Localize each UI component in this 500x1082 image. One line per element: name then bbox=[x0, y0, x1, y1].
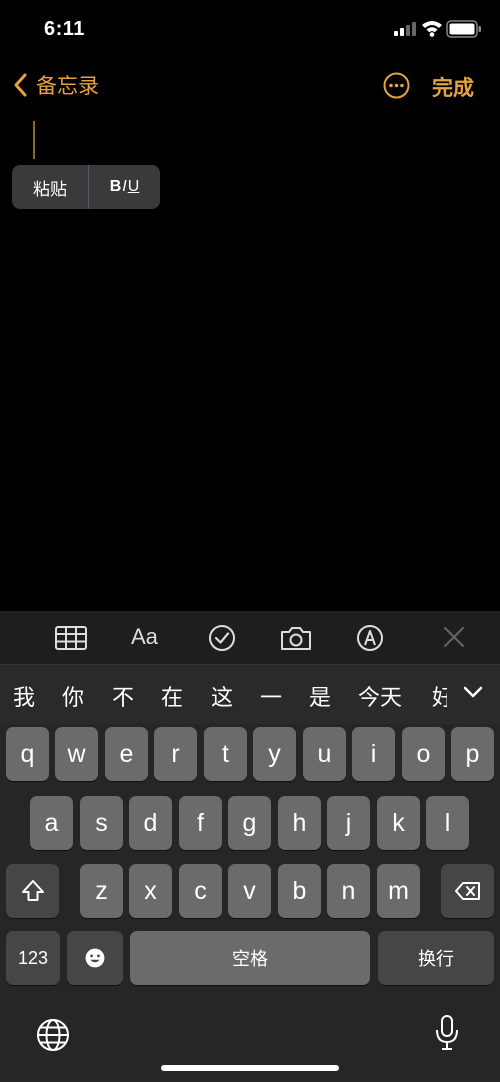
key-b[interactable]: b bbox=[278, 864, 321, 918]
space-key[interactable]: 空格 bbox=[130, 931, 370, 985]
candidate-word[interactable]: 好 bbox=[432, 680, 447, 712]
underline-label: U bbox=[127, 178, 140, 195]
key-a[interactable]: a bbox=[30, 796, 73, 850]
key-p[interactable]: p bbox=[451, 727, 494, 781]
key-d[interactable]: d bbox=[129, 796, 172, 850]
markup-pen-icon[interactable] bbox=[353, 623, 387, 653]
bold-italic-underline-menu-item[interactable]: B I U bbox=[89, 165, 160, 209]
key-i[interactable]: i bbox=[352, 727, 395, 781]
key-r[interactable]: r bbox=[154, 727, 197, 781]
italic-label: I bbox=[122, 178, 127, 195]
edit-context-menu: 粘贴 B I U bbox=[12, 165, 160, 209]
key-w[interactable]: w bbox=[55, 727, 98, 781]
key-v[interactable]: v bbox=[228, 864, 271, 918]
key-o[interactable]: o bbox=[402, 727, 445, 781]
key-e[interactable]: e bbox=[105, 727, 148, 781]
close-keyboard-icon[interactable] bbox=[437, 623, 471, 653]
back-button[interactable]: 备忘录 bbox=[12, 70, 99, 100]
return-key[interactable]: 换行 bbox=[378, 931, 494, 985]
candidate-word[interactable]: 在 bbox=[161, 680, 183, 712]
key-n[interactable]: n bbox=[327, 864, 370, 918]
key-j[interactable]: j bbox=[327, 796, 370, 850]
key-g[interactable]: g bbox=[228, 796, 271, 850]
candidate-bar: 我 你 不 在 这 一 是 今天 好 bbox=[0, 664, 500, 724]
notes-toolbar: Aa bbox=[0, 611, 500, 664]
globe-icon[interactable] bbox=[36, 1018, 70, 1052]
battery-icon bbox=[446, 20, 481, 38]
table-icon[interactable] bbox=[54, 623, 88, 653]
candidate-word[interactable]: 不 bbox=[112, 680, 134, 712]
key-z[interactable]: z bbox=[80, 864, 123, 918]
microphone-icon[interactable] bbox=[434, 1014, 460, 1052]
done-button[interactable]: 完成 bbox=[432, 72, 474, 102]
key-k[interactable]: k bbox=[377, 796, 420, 850]
more-options-icon[interactable] bbox=[383, 72, 410, 99]
emoji-icon bbox=[85, 948, 105, 968]
key-c[interactable]: c bbox=[179, 864, 222, 918]
key-q[interactable]: q bbox=[6, 727, 49, 781]
back-button-label: 备忘录 bbox=[36, 75, 99, 98]
candidate-word[interactable]: 这 bbox=[211, 680, 233, 712]
key-u[interactable]: u bbox=[303, 727, 346, 781]
status-time: 6:11 bbox=[44, 18, 85, 40]
text-cursor bbox=[33, 121, 35, 159]
emoji-key[interactable] bbox=[67, 931, 123, 985]
chevron-left-icon bbox=[14, 73, 27, 97]
candidate-word[interactable]: 是 bbox=[309, 680, 331, 712]
candidate-word[interactable]: 我 bbox=[13, 680, 35, 712]
navigation-bar: 备忘录 完成 bbox=[0, 60, 500, 110]
key-f[interactable]: f bbox=[179, 796, 222, 850]
home-indicator[interactable] bbox=[161, 1065, 339, 1071]
key-l[interactable]: l bbox=[426, 796, 469, 850]
key-t[interactable]: t bbox=[204, 727, 247, 781]
wifi-icon bbox=[422, 21, 442, 37]
candidate-word[interactable]: 一 bbox=[260, 680, 282, 712]
cellular-signal-icon bbox=[394, 22, 416, 36]
status-bar: 6:11 bbox=[0, 0, 500, 60]
text-format-button[interactable]: Aa bbox=[131, 624, 158, 650]
camera-icon[interactable] bbox=[279, 623, 313, 653]
bold-label: B bbox=[109, 178, 122, 195]
paste-menu-item[interactable]: 粘贴 bbox=[12, 165, 88, 209]
backspace-icon bbox=[454, 882, 480, 900]
numbers-key[interactable]: 123 bbox=[6, 931, 60, 985]
key-s[interactable]: s bbox=[80, 796, 123, 850]
delete-key[interactable] bbox=[441, 864, 494, 918]
candidate-word[interactable]: 今天 bbox=[358, 680, 402, 712]
key-h[interactable]: h bbox=[278, 796, 321, 850]
key-x[interactable]: x bbox=[129, 864, 172, 918]
chevron-down-icon[interactable] bbox=[461, 683, 485, 701]
shift-icon bbox=[21, 880, 44, 901]
candidate-word[interactable]: 你 bbox=[62, 680, 84, 712]
key-m[interactable]: m bbox=[377, 864, 420, 918]
shift-key[interactable] bbox=[6, 864, 59, 918]
key-y[interactable]: y bbox=[253, 727, 296, 781]
checklist-icon[interactable] bbox=[205, 623, 239, 653]
